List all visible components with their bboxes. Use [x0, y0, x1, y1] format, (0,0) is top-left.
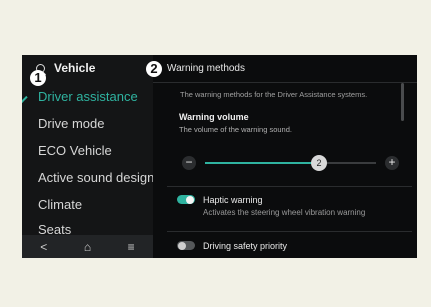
- divider: [153, 82, 417, 83]
- volume-slider-track[interactable]: [205, 162, 376, 164]
- volume-slider-thumb[interactable]: 2: [311, 155, 327, 171]
- warning-volume-title: Warning volume: [179, 112, 249, 122]
- sidebar-title: Vehicle: [54, 61, 96, 75]
- driving-safety-priority-title: Driving safety priority: [203, 241, 288, 251]
- back-icon[interactable]: <: [40, 240, 47, 254]
- haptic-warning-description: Activates the steering wheel vibration w…: [203, 208, 366, 217]
- warning-volume-description: The volume of the warning sound.: [179, 125, 292, 134]
- toggle-knob: [186, 195, 194, 204]
- callout-badge-1: 1: [30, 70, 46, 86]
- sidebar-item-climate[interactable]: Climate: [38, 197, 82, 212]
- sidebar-item-drive-mode[interactable]: Drive mode: [38, 116, 104, 131]
- haptic-warning-toggle[interactable]: [177, 195, 195, 204]
- divider: [167, 186, 412, 187]
- sidebar-item-driver-assistance[interactable]: Driver assistance: [38, 89, 138, 104]
- sidebar-item-active-sound-design[interactable]: Active sound design: [38, 170, 153, 185]
- toggle-knob: [178, 241, 186, 250]
- callout-badge-2: 2: [146, 61, 162, 77]
- volume-minus-button[interactable]: −: [182, 156, 196, 170]
- home-icon[interactable]: ⌂: [84, 240, 91, 254]
- sidebar: Vehicle Driver assistance Drive mode ECO…: [22, 55, 153, 258]
- panel-title: Warning methods: [167, 63, 245, 74]
- active-indicator: [22, 87, 28, 103]
- scrollbar[interactable]: [401, 83, 404, 121]
- driving-safety-priority-toggle[interactable]: [177, 241, 195, 250]
- volume-plus-button[interactable]: +: [385, 156, 399, 170]
- menu-icon[interactable]: ≡: [128, 240, 135, 254]
- divider: [167, 231, 412, 232]
- sidebar-item-eco-vehicle[interactable]: ECO Vehicle: [38, 143, 112, 158]
- panel-description: The warning methods for the Driver Assis…: [180, 90, 368, 99]
- haptic-warning-title: Haptic warning: [203, 195, 263, 205]
- volume-slider-fill: [205, 162, 319, 164]
- infotainment-screen: Vehicle Driver assistance Drive mode ECO…: [22, 55, 417, 258]
- bottom-nav: < ⌂ ≡: [22, 235, 153, 258]
